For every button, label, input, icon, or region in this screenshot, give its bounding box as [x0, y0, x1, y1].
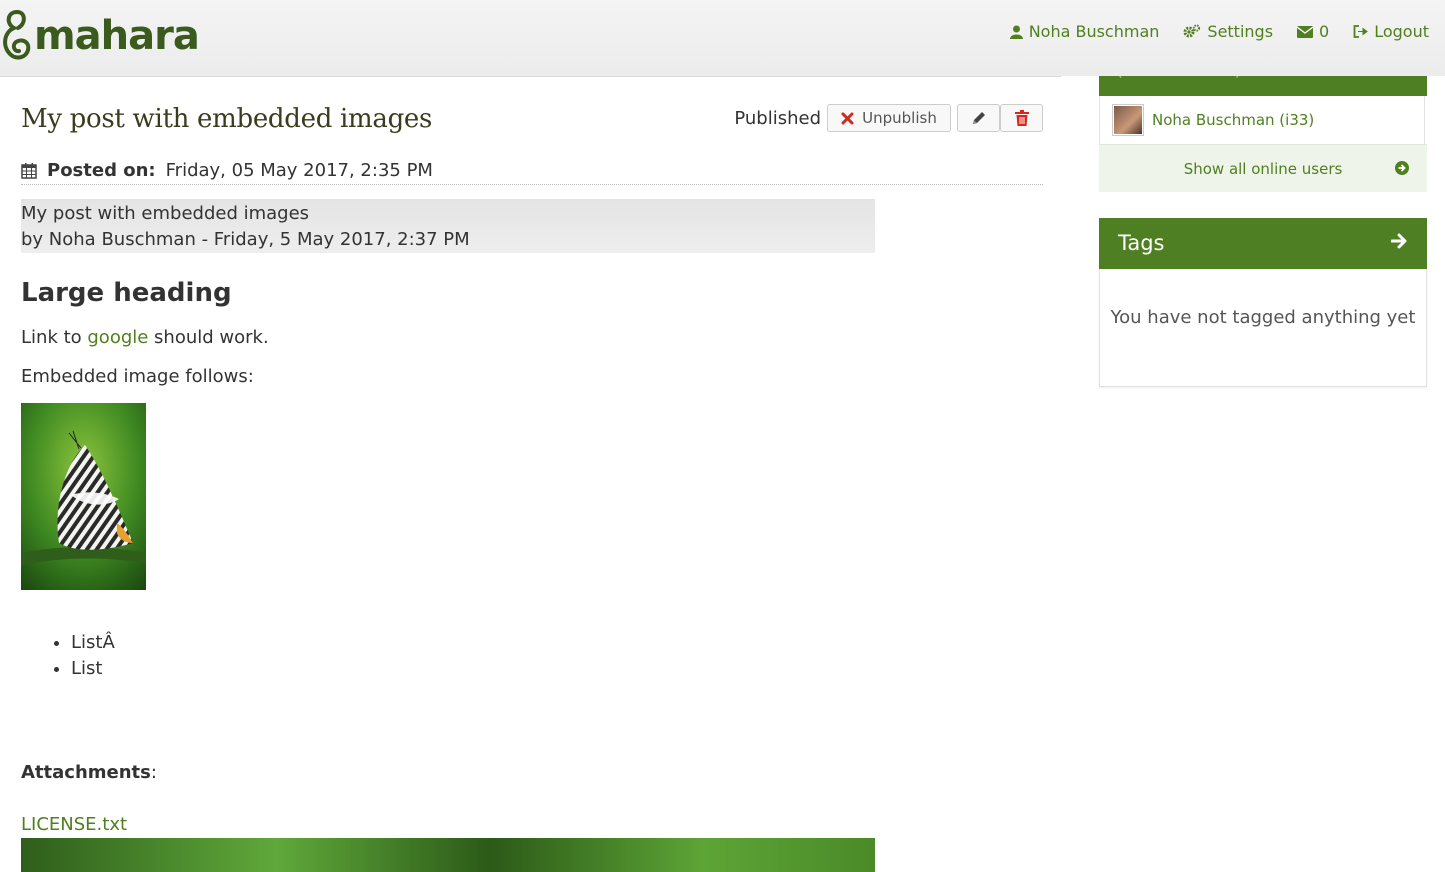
butterfly-picture [21, 403, 146, 590]
tags-header[interactable]: Tags [1099, 218, 1427, 269]
inbox-link[interactable]: 0 [1297, 22, 1329, 41]
unpublish-button[interactable]: Unpublish [827, 104, 951, 132]
gears-icon [1183, 24, 1201, 38]
settings-link[interactable]: Settings [1183, 22, 1273, 41]
avatar [1112, 104, 1144, 136]
online-user-item[interactable]: Noha Buschman (i33) [1099, 96, 1425, 144]
attachment-banner [21, 838, 875, 872]
top-header: mahara Noha Buschman Settings 0 Logout [0, 0, 1445, 76]
tags-body: You have not tagged anything yet [1099, 269, 1427, 387]
user-nav: Noha Buschman Settings 0 Logout [1009, 22, 1429, 41]
user-name: Noha Buschman [1028, 22, 1160, 41]
bullet-list: ListÂ List [49, 630, 115, 682]
post-title: My post with embedded images [21, 104, 433, 134]
pencil-icon [972, 112, 985, 124]
close-icon [841, 112, 854, 124]
envelope-icon [1297, 25, 1314, 38]
butterfly-image[interactable] [21, 403, 146, 590]
logout-label: Logout [1374, 22, 1429, 41]
attachments-colon: : [150, 762, 157, 783]
logo-text: mahara [34, 13, 200, 59]
user-profile-link[interactable]: Noha Buschman [1009, 22, 1160, 41]
unpublish-label: Unpublish [862, 109, 937, 127]
arrow-circle-right-icon [1395, 161, 1409, 175]
quote-title: My post with embedded images [21, 203, 310, 224]
posted-on-label: Posted on: [47, 160, 156, 181]
posted-on-value: Friday, 05 May 2017, 2:35 PM [165, 160, 433, 181]
mahara-logo[interactable]: mahara [2, 6, 200, 66]
user-icon [1009, 25, 1023, 39]
logout-link[interactable]: Logout [1353, 22, 1429, 41]
link-prefix: Link to [21, 327, 88, 348]
inbox-count: 0 [1319, 22, 1330, 41]
tags-empty-message: You have not tagged anything yet [1110, 307, 1416, 328]
calendar-icon [21, 162, 37, 179]
posted-on: Posted on: Friday, 05 May 2017, 2:35 PM [21, 160, 433, 181]
attachments-heading: Attachments: [21, 762, 157, 783]
attachment-link[interactable]: LICENSE.txt [21, 814, 127, 835]
quote-byline: by Noha Buschman - Friday, 5 May 2017, 2… [21, 229, 470, 250]
link-suffix: should work. [148, 327, 269, 348]
publish-status: Published [734, 107, 821, 129]
header-divider [0, 76, 1061, 77]
settings-label: Settings [1207, 22, 1274, 41]
delete-button[interactable] [1000, 104, 1043, 132]
attachments-label: Attachments [21, 762, 151, 783]
online-user-name: Noha Buschman (i33) [1152, 111, 1315, 129]
mahara-logo-icon [3, 10, 31, 60]
post-actions: Published Unpublish [734, 104, 1043, 132]
list-item: ListÂ [71, 630, 115, 656]
trash-icon [1014, 110, 1029, 126]
embedded-paragraph: Embedded image follows: [21, 366, 254, 387]
post-divider [21, 184, 1043, 185]
edit-button[interactable] [957, 104, 1000, 132]
tags-title: Tags [1118, 231, 1165, 255]
show-all-label: Show all online users [1183, 159, 1343, 178]
large-heading: Large heading [21, 278, 232, 308]
link-paragraph: Link to google should work. [21, 327, 269, 348]
google-link[interactable]: google [87, 327, 148, 348]
show-all-online-users-link[interactable]: Show all online users [1099, 144, 1427, 192]
post-quote: My post with embedded images by Noha Bus… [21, 199, 875, 253]
arrow-right-icon[interactable] [1391, 232, 1409, 250]
sign-out-icon [1353, 25, 1369, 38]
list-item: List [71, 656, 115, 682]
